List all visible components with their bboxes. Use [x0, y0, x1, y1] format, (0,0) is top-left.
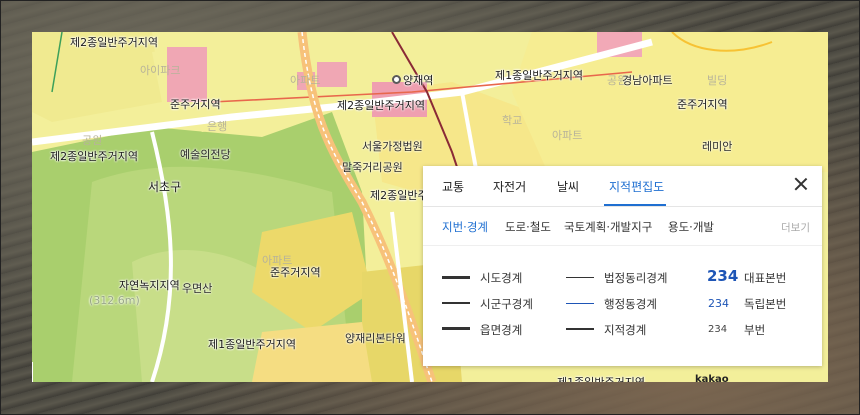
tab-traffic[interactable]: 교통	[442, 178, 464, 195]
map-faint-label: 아이파크	[140, 64, 181, 77]
legend-label: 행정동경계	[604, 297, 657, 311]
map-faint-label: 빌딩	[707, 74, 728, 87]
close-icon[interactable]	[794, 177, 808, 191]
poi-label[interactable]: 양재리본타워	[345, 330, 406, 346]
legend-label: 지적경계	[604, 323, 647, 337]
district-label: 서초구	[148, 180, 182, 194]
active-tab-indicator	[604, 204, 666, 206]
cadastral-layer-panel: 교통 자전거 날씨 지적편집도 지번·경계 도로·철도 국토계획·개발지구 용도…	[423, 166, 822, 366]
layer-subtabs: 지번·경계 도로·철도 국토계획·개발지구 용도·개발 더보기	[423, 207, 822, 246]
poi-label[interactable]: 우면산	[182, 280, 212, 296]
subtab-land-use[interactable]: 용도·개발	[668, 219, 714, 235]
subtab-road-rail[interactable]: 도로·철도	[505, 219, 551, 235]
legend-label: 대표본번	[744, 271, 787, 285]
zone-label: 준주거지역	[170, 98, 221, 111]
legend-label: 법정동리경계	[604, 271, 668, 285]
legal-dong-boundary-swatch	[566, 277, 594, 278]
cadastral-boundary-swatch	[566, 328, 594, 330]
map-faint-label: 공원	[82, 134, 103, 147]
more-link[interactable]: 더보기	[781, 220, 810, 235]
zone-label: 제2종일반주거지역	[70, 36, 158, 49]
zone-label: 자연녹지지역	[119, 279, 180, 292]
map-faint-label: 학교	[502, 114, 523, 127]
legend-label: 부번	[744, 323, 766, 337]
poi-elevation: (312.6m)	[89, 294, 140, 307]
map-faint-label: 은행	[207, 120, 228, 133]
zone-label: 제1종일반주거지역	[208, 338, 296, 351]
map-faint-label: 아파트	[552, 129, 583, 142]
district-boundary-swatch	[442, 302, 470, 304]
town-boundary-swatch	[442, 327, 470, 330]
tab-bicycle[interactable]: 자전거	[493, 178, 526, 195]
zone-label: 제1종일반주거지역	[495, 69, 583, 82]
subtab-lot-boundary[interactable]: 지번·경계	[442, 219, 488, 235]
station-label[interactable]: 양재역	[403, 72, 433, 88]
poi-label[interactable]: 말죽거리공원	[342, 159, 403, 175]
zone-label: 제2종일반주거지역	[337, 99, 425, 112]
legend-label: 읍면경계	[480, 323, 523, 337]
zone-label: 준주거지역	[677, 98, 728, 111]
tab-cadastral[interactable]: 지적편집도	[609, 178, 664, 195]
legend-label: 시군구경계	[480, 297, 533, 311]
province-boundary-swatch	[442, 276, 470, 279]
poi-label[interactable]: 경남아파트	[622, 72, 673, 88]
poi-label[interactable]: 서울가정법원	[362, 138, 423, 154]
layer-tabs: 교통 자전거 날씨 지적편집도	[423, 166, 822, 207]
legend: 시도경계 시군구경계 읍면경계 법정동리경계 행정동경계 지적경계 234 대표…	[423, 246, 822, 366]
poi-label[interactable]: 예술의전당	[180, 146, 231, 162]
legend-label: 시도경계	[480, 271, 523, 285]
tab-weather[interactable]: 날씨	[557, 178, 579, 195]
kakao-logo: kakao	[695, 374, 729, 382]
legend-label: 독립본번	[744, 297, 787, 311]
subtab-land-planning[interactable]: 국토계획·개발지구	[564, 219, 652, 235]
map-faint-label: 아파트	[290, 74, 321, 87]
zone-label: 제1종일반주거지역	[557, 374, 645, 382]
independent-lot-number-sample: 234	[708, 297, 729, 310]
main-lot-number-sample: 234	[707, 267, 739, 285]
zone-label: 준주거지역	[270, 266, 321, 279]
sub-lot-number-sample: 234	[708, 324, 728, 335]
subway-station-icon[interactable]	[392, 75, 401, 84]
poi-label[interactable]: 레미안	[702, 138, 732, 154]
zone-label: 제2종일반주거지역	[50, 150, 138, 163]
admin-dong-boundary-swatch	[566, 303, 594, 304]
